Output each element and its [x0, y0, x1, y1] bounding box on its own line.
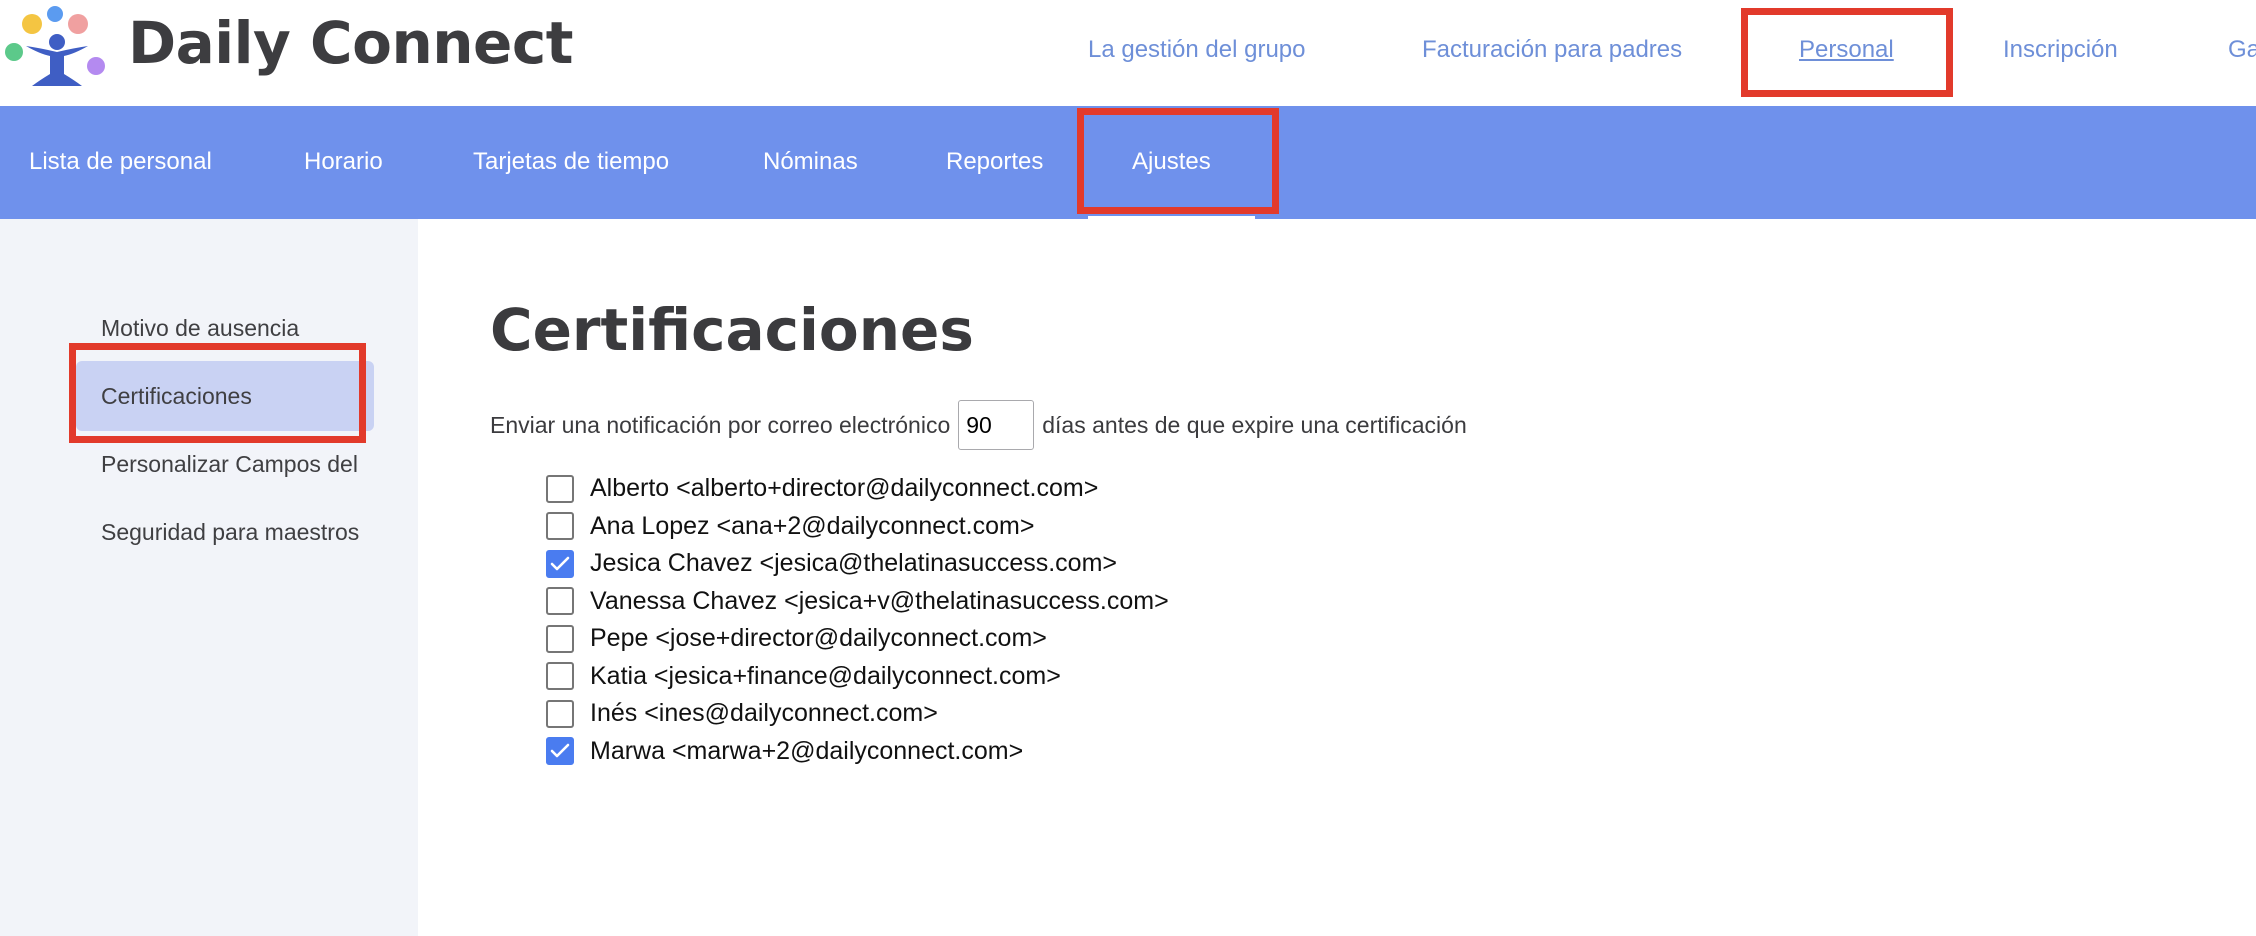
tab-reports[interactable]: Reportes	[946, 144, 1043, 180]
recipient-label: Inés <ines@dailyconnect.com>	[590, 699, 938, 728]
recipient-checkbox[interactable]	[546, 737, 574, 766]
top-nav-truncated-item[interactable]: Ga	[2228, 30, 2256, 70]
sidebar-item-label: Seguridad para maestros	[101, 519, 360, 545]
recipient-checkbox[interactable]	[546, 662, 574, 691]
top-header: Daily Connect La gestión del grupo Factu…	[0, 0, 2256, 106]
recipient-checkbox[interactable]	[546, 624, 574, 653]
tab-staff-list[interactable]: Lista de personal	[29, 144, 212, 180]
recipient-label: Marwa <marwa+2@dailyconnect.com>	[590, 736, 1024, 765]
daily-connect-logo-icon[interactable]	[0, 0, 120, 100]
list-item: Inés <ines@dailyconnect.com>	[546, 695, 1446, 733]
recipient-label: Katia <jesica+finance@dailyconnect.com>	[590, 661, 1061, 690]
recipient-list: Alberto <alberto+director@dailyconnect.c…	[546, 470, 1446, 770]
sidebar-item-label: Motivo de ausencia	[101, 315, 300, 341]
notify-suffix-text: días antes de que expire una certificaci…	[1042, 411, 1467, 438]
top-nav-staff[interactable]: Personal	[1799, 30, 1894, 70]
recipient-label: Pepe <jose+director@dailyconnect.com>	[590, 624, 1047, 653]
sidebar-item-teacher-security[interactable]: Seguridad para maestros	[76, 497, 374, 567]
top-nav-group-management[interactable]: La gestión del grupo	[1088, 30, 1306, 70]
recipient-label: Vanessa Chavez <jesica+v@thelatinasucces…	[590, 586, 1169, 615]
tab-payroll[interactable]: Nóminas	[763, 144, 858, 180]
recipient-label: Jesica Chavez <jesica@thelatinasuccess.c…	[590, 549, 1118, 578]
list-item: Marwa <marwa+2@dailyconnect.com>	[546, 733, 1446, 771]
notification-setting-row: Enviar una notificación por correo elect…	[490, 398, 1467, 452]
recipient-checkbox[interactable]	[546, 512, 574, 541]
page-title: Certificaciones	[490, 296, 974, 364]
sidebar-item-absence-reason[interactable]: Motivo de ausencia	[76, 293, 374, 363]
tab-settings[interactable]: Ajustes	[1088, 144, 1255, 220]
list-item: Katia <jesica+finance@dailyconnect.com>	[546, 658, 1446, 696]
recipient-checkbox[interactable]	[546, 549, 574, 578]
settings-sidebar: Motivo de ausencia Certificaciones Perso…	[0, 219, 418, 936]
top-nav-parent-billing[interactable]: Facturación para padres	[1422, 30, 1682, 70]
tab-schedule[interactable]: Horario	[304, 144, 383, 180]
checkmark-icon	[550, 743, 570, 758]
list-item: Ana Lopez <ana+2@dailyconnect.com>	[546, 508, 1446, 546]
recipient-label: Alberto <alberto+director@dailyconnect.c…	[590, 474, 1099, 503]
top-nav-enrollment[interactable]: Inscripción	[2003, 30, 2118, 70]
list-item: Alberto <alberto+director@dailyconnect.c…	[546, 470, 1446, 508]
checkmark-icon	[550, 556, 570, 571]
list-item: Pepe <jose+director@dailyconnect.com>	[546, 620, 1446, 658]
list-item: Vanessa Chavez <jesica+v@thelatinasucces…	[546, 583, 1446, 621]
staff-sub-nav: Lista de personal Horario Tarjetas de ti…	[0, 106, 2256, 220]
tab-time-cards[interactable]: Tarjetas de tiempo	[473, 144, 669, 180]
recipient-label: Ana Lopez <ana+2@dailyconnect.com>	[590, 511, 1035, 540]
brand-name: Daily Connect	[128, 9, 573, 77]
notify-prefix-text: Enviar una notificación por correo elect…	[490, 411, 951, 438]
list-item: Jesica Chavez <jesica@thelatinasuccess.c…	[546, 545, 1446, 583]
sidebar-item-certifications[interactable]: Certificaciones	[76, 361, 374, 431]
recipient-checkbox[interactable]	[546, 587, 574, 616]
sidebar-item-label: Personalizar Campos del	[101, 451, 358, 477]
sidebar-item-custom-fields[interactable]: Personalizar Campos del	[76, 429, 374, 499]
recipient-checkbox[interactable]	[546, 699, 574, 728]
recipient-checkbox[interactable]	[546, 474, 574, 503]
sidebar-item-label: Certificaciones	[101, 383, 252, 409]
notify-days-input[interactable]	[958, 400, 1035, 450]
